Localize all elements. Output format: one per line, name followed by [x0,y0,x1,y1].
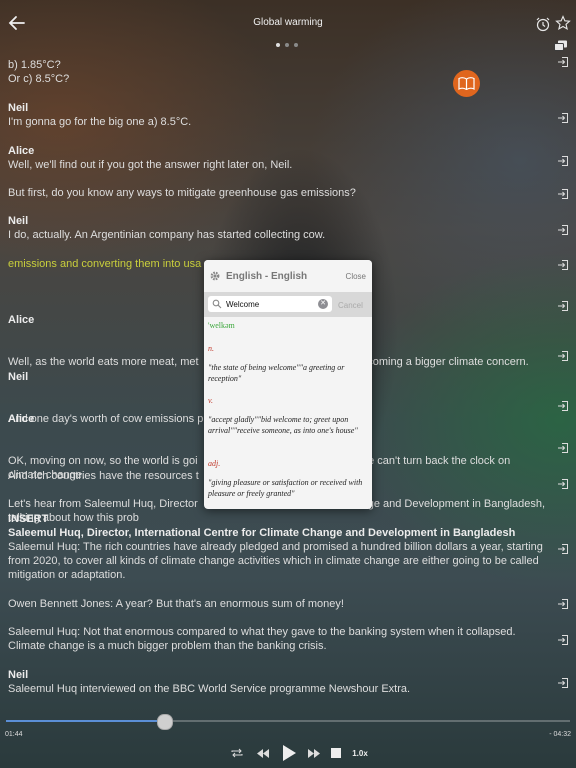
transcript-line[interactable]: INSERT Saleemul Huq, Director, Internati… [8,512,548,582]
speed-button[interactable]: 1.0x [349,744,371,762]
definition: "giving pleasure or satisfaction or rece… [208,478,363,498]
transcript-text: Or c) 8.5°C? [8,73,70,85]
transcript-text: Saleemul Huq interviewed on the BBC Worl… [8,683,411,695]
transcript-text: But first, do you know any ways to mitig… [8,187,356,199]
speaker-name: Neil [8,669,29,681]
speaker-name: Neil [8,102,29,114]
play-icon[interactable] [279,744,299,762]
definition: "accept gladly""bid welcome to; greet up… [208,415,358,435]
page-dot-active[interactable] [276,43,280,47]
progress-thumb[interactable] [157,714,173,730]
star-icon[interactable] [555,15,571,31]
search-icon [212,299,222,309]
page-dot[interactable] [294,43,298,47]
speaker-name: INSERT [8,513,49,525]
transcript-line[interactable]: Neil Saleemul Huq interviewed on the BBC… [8,668,548,696]
export-line-icon[interactable] [557,155,569,167]
export-line-icon[interactable] [557,300,569,312]
speaker-name: Neil [8,215,29,227]
export-line-icon[interactable] [557,634,569,646]
export-line-icon[interactable] [557,598,569,610]
search-input[interactable] [226,298,314,310]
transcript-line[interactable]: Alice Well, we'll find out if you got th… [8,144,548,172]
gear-icon[interactable] [209,270,221,282]
dictionary-popup: English - English Close ✕ Cancel 'welkəm… [204,260,372,509]
elapsed-time: 01:44 [5,731,23,738]
speaker-name: Saleemul Huq, Director, International Ce… [8,527,516,539]
export-line-icon[interactable] [557,224,569,236]
dictionary-search-bar: ✕ Cancel [204,292,372,317]
remaining-time: - 04:32 [549,731,571,738]
previous-icon[interactable] [254,744,272,762]
transcript-text: Well, we'll find out if you got the answ… [8,159,293,171]
transcript-text: I do, actually. An Argentinian company h… [8,229,326,241]
speaker-name: Alice [8,145,35,157]
transcript-line[interactable]: Neil I do, actually. An Argentinian comp… [8,214,548,242]
clear-icon[interactable]: ✕ [318,299,328,309]
search-box: ✕ [208,296,332,312]
part-of-speech: adj. [208,459,221,468]
transcript-text: Saleemul Huq: Not that enormous compared… [8,626,516,652]
export-line-icon[interactable] [557,677,569,689]
transcript-line[interactable]: Neil I'm gonna go for the big one a) 8.5… [8,101,548,129]
transcript-text: I'm gonna go for the big one a) 8.5°C. [8,116,192,128]
progress-fill [6,720,164,722]
part-of-speech: n. [208,344,214,353]
stop-icon[interactable] [328,744,344,762]
pronunciation: 'welkəm [208,320,368,331]
copy-icon[interactable] [554,40,568,52]
export-line-icon[interactable] [557,112,569,124]
export-line-icon[interactable] [557,56,569,68]
export-line-icon[interactable] [557,543,569,555]
transcript-text: b) 1.85°C? [8,59,61,71]
export-line-icon[interactable] [557,478,569,490]
dictionary-header: English - English Close [204,260,372,292]
cancel-button[interactable]: Cancel [338,301,363,310]
next-icon[interactable] [305,744,323,762]
transcript-text: Owen Bennett Jones: A year? But that's a… [8,598,344,610]
transcript-line[interactable]: Owen Bennett Jones: A year? But that's a… [8,597,548,611]
definition: "the state of being welcome""a greeting … [208,363,345,383]
page-indicator [276,43,298,47]
export-line-icon[interactable] [557,442,569,454]
transcript-line[interactable]: But first, do you know any ways to mitig… [8,186,548,200]
top-bar: Global warming [0,0,576,44]
repeat-icon[interactable] [228,744,246,762]
transcript-line[interactable]: Saleemul Huq: Not that enormous compared… [8,625,548,653]
export-line-icon[interactable] [557,259,569,271]
transcript-line[interactable]: b) 1.85°C? Or c) 8.5°C? [8,58,548,86]
transcript-text: Saleemul Huq: The rich countries have al… [8,541,543,581]
export-line-icon[interactable] [557,400,569,412]
pronunciation-text: 'welkəm [208,321,235,330]
page-dot[interactable] [285,43,289,47]
export-line-icon[interactable] [557,188,569,200]
alarm-clock-icon[interactable] [535,16,551,32]
part-of-speech: v. [208,396,213,405]
progress-track[interactable] [6,720,570,722]
dictionary-title: English - English [226,271,308,282]
close-button[interactable]: Close [346,272,366,281]
export-line-icon[interactable] [557,350,569,362]
page-title: Global warming [253,17,323,28]
